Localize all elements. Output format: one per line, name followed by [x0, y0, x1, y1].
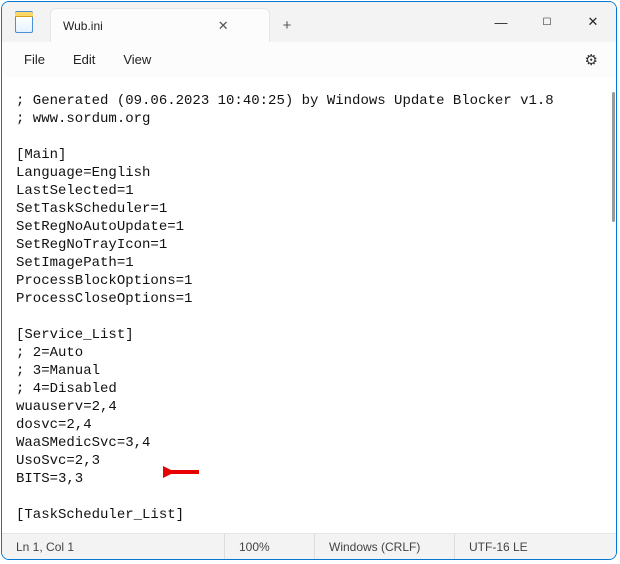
- status-position: Ln 1, Col 1: [2, 534, 224, 559]
- status-line-ending[interactable]: Windows (CRLF): [314, 534, 454, 559]
- gear-icon: ⚙: [585, 52, 598, 69]
- status-encoding[interactable]: UTF-16 LE: [454, 534, 616, 559]
- notepad-icon: [15, 11, 33, 33]
- menu-view[interactable]: View: [113, 48, 161, 71]
- editor-area: ; Generated (09.06.2023 10:40:25) by Win…: [2, 78, 616, 533]
- tab-active[interactable]: Wub.ini ✕: [50, 8, 270, 42]
- statusbar: Ln 1, Col 1 100% Windows (CRLF) UTF-16 L…: [2, 533, 616, 559]
- status-zoom[interactable]: 100%: [224, 534, 314, 559]
- menu-edit[interactable]: Edit: [63, 48, 105, 71]
- new-tab-button[interactable]: +: [270, 8, 304, 42]
- menu-file[interactable]: File: [14, 48, 55, 71]
- minimize-icon: —: [495, 15, 508, 30]
- window-controls: — ☐ ✕: [478, 2, 616, 42]
- close-icon: ✕: [588, 14, 599, 30]
- titlebar: Wub.ini ✕ + — ☐ ✕: [2, 2, 616, 42]
- maximize-icon: ☐: [543, 17, 552, 28]
- plus-icon: +: [283, 17, 292, 34]
- app-icon: [2, 2, 46, 42]
- tab-title: Wub.ini: [63, 19, 103, 33]
- titlebar-drag-area[interactable]: [304, 2, 478, 42]
- maximize-button[interactable]: ☐: [524, 2, 570, 42]
- window-close-button[interactable]: ✕: [570, 2, 616, 42]
- notepad-window: Wub.ini ✕ + — ☐ ✕ File Edit View ⚙ ; Gen…: [1, 1, 617, 560]
- settings-button[interactable]: ⚙: [579, 47, 604, 73]
- scrollbar-vertical[interactable]: [610, 78, 616, 533]
- text-editor[interactable]: ; Generated (09.06.2023 10:40:25) by Win…: [2, 78, 610, 533]
- minimize-button[interactable]: —: [478, 2, 524, 42]
- menubar: File Edit View ⚙: [2, 42, 616, 78]
- tab-close-icon[interactable]: ✕: [213, 16, 234, 36]
- scrollbar-thumb[interactable]: [612, 92, 615, 222]
